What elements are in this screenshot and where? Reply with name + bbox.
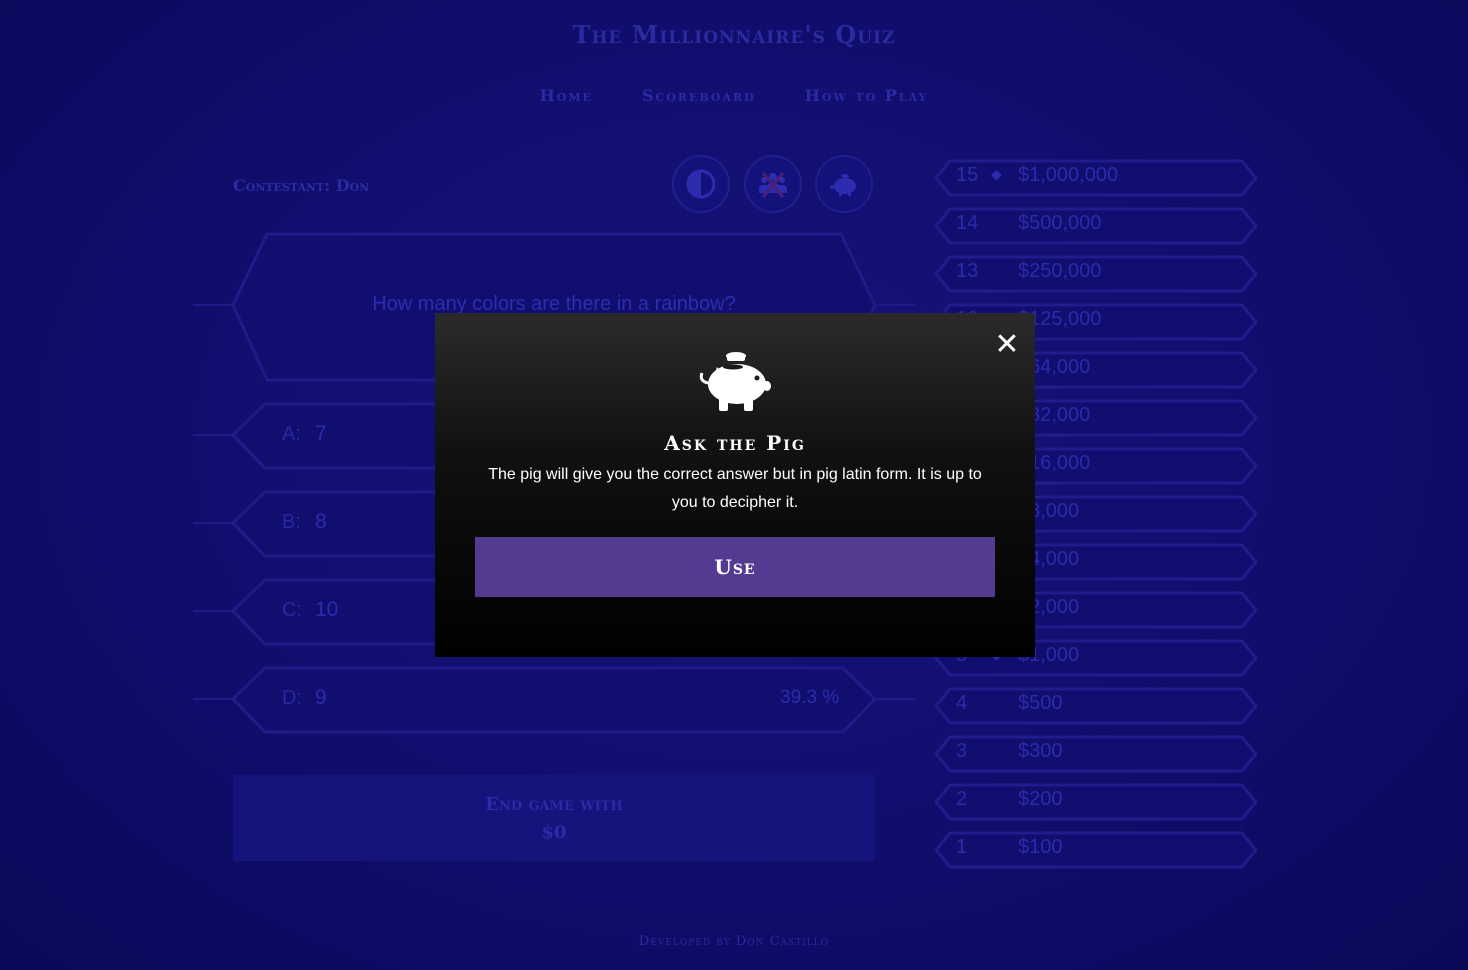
answer-a-text: 7 — [315, 422, 327, 445]
ladder-level: 15 — [956, 164, 979, 186]
answer-d-letter: D: — [282, 687, 302, 709]
close-icon[interactable]: ✕ — [993, 330, 1021, 360]
piggy-bank-icon — [830, 174, 856, 196]
half-circle-icon — [686, 169, 716, 199]
ladder-row-1: 1 $100 — [934, 831, 1258, 869]
ladder-row-4: 4 $500 — [934, 687, 1258, 725]
ladder-level: 2 — [956, 788, 968, 810]
ladder-amount: $500,000 — [1018, 212, 1102, 234]
footer-credit: Developed by Don Castillo — [638, 934, 830, 949]
end-game-amount: $0 — [541, 822, 567, 843]
lifeline-ask-the-pig-button[interactable] — [815, 155, 873, 213]
ladder-level: 14 — [956, 212, 979, 234]
answer-d-percent: 39.3 % — [780, 687, 840, 708]
audience-icon — [759, 172, 787, 198]
ladder-row-14: 14 $500,000 — [934, 207, 1258, 245]
ladder-amount: $300 — [1018, 740, 1063, 762]
answer-d-text: 9 — [315, 686, 327, 709]
ask-the-pig-modal: ✕ Ask the Pig The pig will give you the … — [435, 313, 1035, 657]
modal-description: The pig will give you the correct answer… — [488, 466, 982, 511]
ladder-level: 4 — [956, 692, 968, 714]
ladder-row-13: 13 $250,000 — [934, 255, 1258, 293]
milestone-diamond-icon: ◆ — [991, 167, 1002, 183]
ladder-level: 13 — [956, 260, 979, 282]
piggy-bank-icon — [699, 352, 771, 411]
ladder-amount: $200 — [1018, 788, 1063, 810]
ladder-amount: $1,000,000 — [1018, 164, 1119, 186]
use-button[interactable]: Use — [475, 537, 995, 597]
nav-how-to-play[interactable]: How to Play — [805, 86, 929, 105]
ladder-level: 1 — [956, 836, 968, 858]
ladder-level: 3 — [956, 740, 968, 762]
contestant-label: Contestant: Don — [233, 176, 370, 195]
app-title: The Millionnaire's Quiz — [572, 20, 896, 49]
nav-home[interactable]: Home — [540, 86, 593, 105]
ladder-amount: $100 — [1018, 836, 1063, 858]
answer-c-letter: C: — [282, 599, 302, 621]
answer-b-letter: B: — [282, 511, 301, 533]
ladder-row-3: 3 $300 — [934, 735, 1258, 773]
ladder-amount: $250,000 — [1018, 260, 1102, 282]
answer-b-text: 8 — [315, 510, 327, 533]
answer-a-letter: A: — [282, 423, 301, 445]
ladder-row-15: 15 ◆ $1,000,000 — [934, 159, 1258, 197]
nav-scoreboard[interactable]: Scoreboard — [642, 86, 756, 105]
ladder-amount: $500 — [1018, 692, 1063, 714]
end-game-label: End game with — [485, 794, 623, 815]
main-nav: Home Scoreboard How to Play — [0, 86, 1468, 105]
answer-c-text: 10 — [315, 598, 339, 621]
modal-title: Ask the Pig — [664, 431, 806, 455]
end-game-button[interactable]: End game with $0 — [233, 775, 875, 861]
lifeline-audience-button[interactable] — [744, 155, 802, 213]
lifeline-fifty-fifty-button[interactable] — [672, 155, 730, 213]
ladder-row-2: 2 $200 — [934, 783, 1258, 821]
